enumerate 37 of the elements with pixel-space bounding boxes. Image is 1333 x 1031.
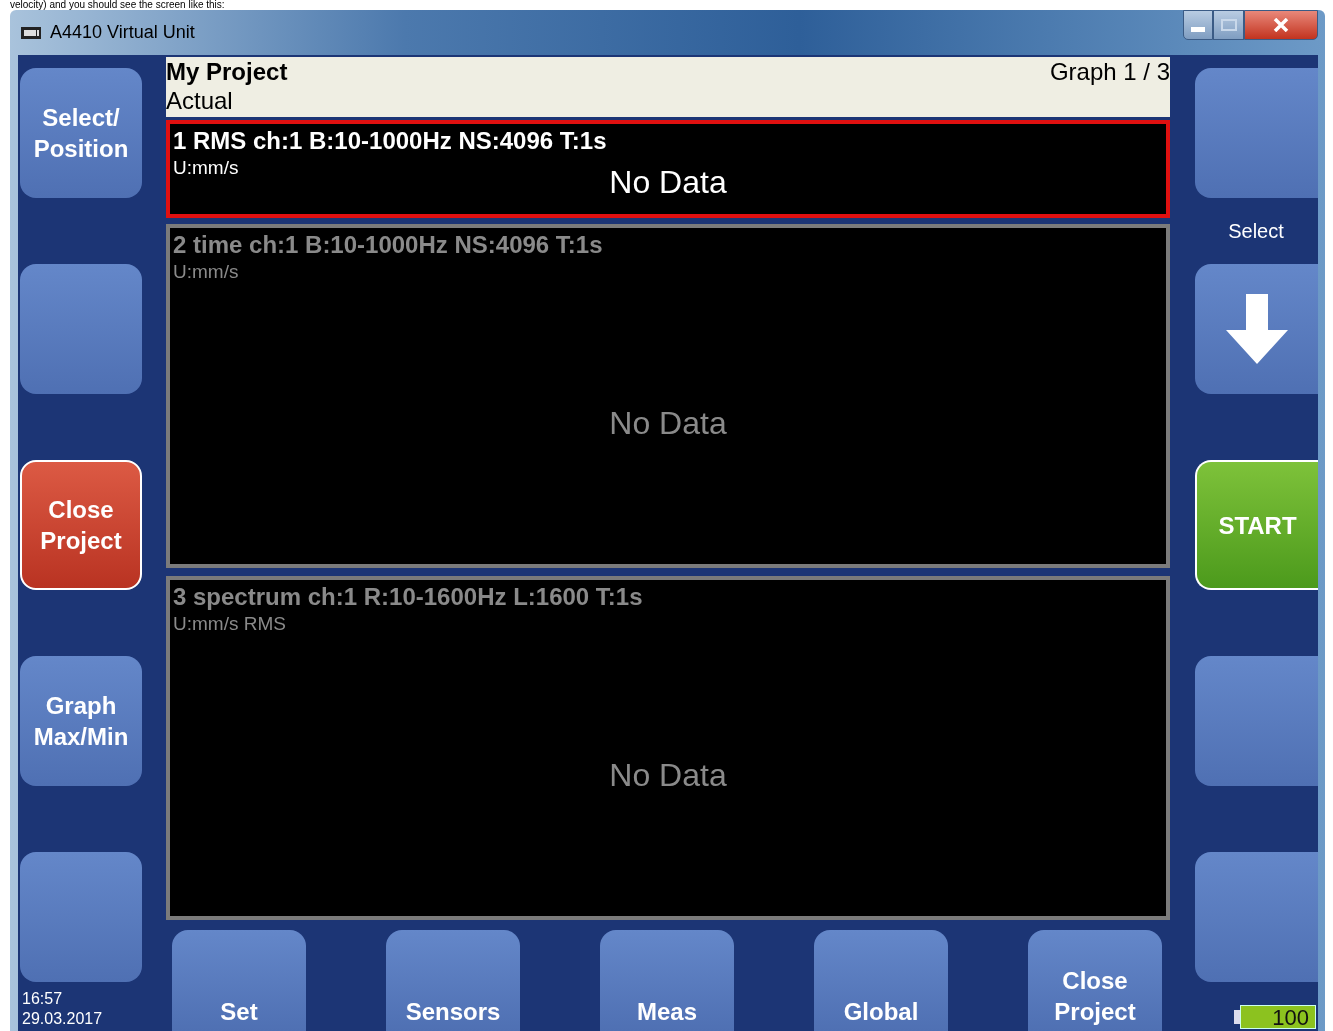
mode-label: Actual [166, 87, 234, 115]
graph-panel[interactable]: 3 spectrum ch:1 R:10-1600Hz L:1600 T:1s U:mm/s RMS No Data [166, 576, 1170, 920]
no-data-message: No Data [609, 756, 727, 794]
menu-tab[interactable]: Meas [600, 930, 734, 1031]
no-data-message: No Data [609, 404, 727, 442]
unit-label: U:mm/s RMS [173, 612, 287, 636]
menu-tab[interactable]: Close Project [1028, 930, 1162, 1031]
menu-tab[interactable]: Sensors [386, 930, 520, 1031]
graph-panel[interactable]: 1 RMS ch:1 B:10-1000Hz NS:4096 T:1s U:mm/s No Data [166, 120, 1170, 218]
window-title: A4410 Virtual Unit [50, 22, 195, 43]
graph-title: 3 spectrum ch:1 R:10-1600Hz L:1600 T:1s [173, 582, 644, 612]
soft-key[interactable]: Close Project [20, 460, 142, 590]
unit-label: U:mm/s [173, 260, 240, 284]
battery-indicator: 100 [1234, 1005, 1316, 1029]
menu-tab[interactable]: Global [814, 930, 948, 1031]
close-button[interactable] [1244, 10, 1318, 40]
arrow-down-icon [1225, 294, 1288, 364]
graph-title: 1 RMS ch:1 B:10-1000Hz NS:4096 T:1s [173, 126, 608, 156]
time-text: 16:57 [22, 989, 64, 1009]
menu-tab[interactable]: Set [172, 930, 306, 1031]
soft-key[interactable]: Select/ Position [20, 68, 142, 198]
no-data-message: No Data [609, 164, 727, 201]
soft-key[interactable] [1195, 264, 1318, 394]
caption-text: velocity) and you should see the screen like this: [9, 0, 226, 10]
unit-label: U:mm/s [173, 156, 240, 180]
soft-key[interactable]: Graph Max/Min [20, 656, 142, 786]
date-text: 29.03.2017 [22, 1009, 103, 1029]
graph-panel[interactable]: 2 time ch:1 B:10-1000Hz NS:4096 T:1s U:mm/s No Data [166, 224, 1170, 568]
graph-title: 2 time ch:1 B:10-1000Hz NS:4096 T:1s [173, 230, 604, 260]
graph-counter: Graph 1 / 3 [1049, 57, 1170, 87]
soft-key[interactable]: START [1195, 460, 1318, 590]
monitor-icon [20, 24, 42, 41]
select-label: Select [1228, 219, 1284, 244]
minimize-button[interactable] [1183, 10, 1213, 40]
close-icon [1273, 18, 1289, 32]
project-title: My Project [166, 57, 288, 87]
maximize-button[interactable] [1213, 10, 1244, 40]
